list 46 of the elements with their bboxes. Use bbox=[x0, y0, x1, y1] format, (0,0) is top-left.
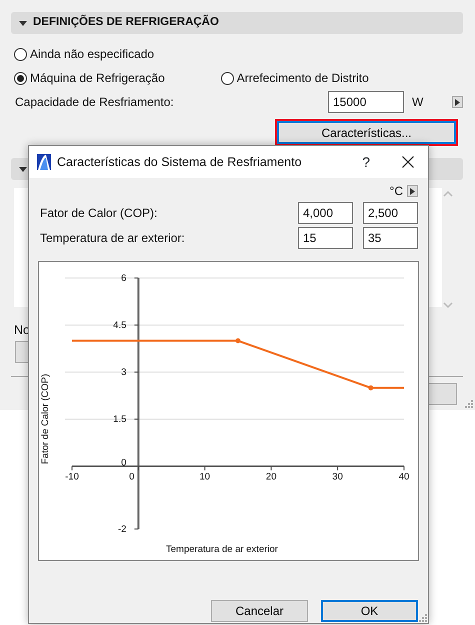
resize-grip-icon[interactable] bbox=[418, 613, 427, 622]
arrow-button[interactable] bbox=[407, 185, 418, 197]
tick-label: -2 bbox=[118, 524, 126, 535]
characteristics-button[interactable]: Características... bbox=[277, 121, 456, 144]
section-header[interactable]: DEFINIÇÕES DE REFRIGERAÇÃO bbox=[11, 12, 463, 34]
field-label: Capacidade de Resfriamento: bbox=[15, 94, 175, 111]
radio-option[interactable]: Arrefecimento de Distrito bbox=[220, 69, 369, 87]
tick-label: 30 bbox=[332, 471, 343, 482]
section-title: DEFINIÇÕES DE REFRIGERAÇÃO bbox=[33, 14, 219, 30]
axis-title: Fator de Calor (COP) bbox=[40, 374, 51, 464]
help-button[interactable]: ? bbox=[362, 155, 370, 169]
tick-label: 6 bbox=[121, 273, 126, 284]
resize-grip-icon[interactable] bbox=[464, 399, 473, 408]
tick-label: 40 bbox=[398, 471, 410, 482]
tick-label: 1.5 bbox=[113, 414, 126, 426]
cancel-button[interactable]: Cancelar bbox=[211, 600, 308, 622]
unit-label: W bbox=[412, 94, 424, 111]
value-field[interactable]: 4,000 bbox=[298, 202, 353, 224]
radio-option[interactable]: Ainda não especificado bbox=[14, 45, 154, 63]
close-icon[interactable] bbox=[402, 156, 414, 168]
radio-option[interactable]: Máquina de Refrigeração bbox=[14, 69, 165, 87]
value-field[interactable]: 35 bbox=[363, 227, 418, 249]
tick-label: 3 bbox=[121, 367, 126, 378]
value-field[interactable]: 2,500 bbox=[363, 202, 418, 224]
ok-button[interactable]: OK bbox=[321, 600, 418, 622]
caret-icon[interactable] bbox=[19, 19, 27, 27]
tick-label: 0 bbox=[121, 457, 126, 468]
capacity-field[interactable]: 15000 bbox=[328, 91, 404, 113]
data-point bbox=[236, 338, 240, 344]
caret-icon[interactable] bbox=[19, 165, 27, 173]
app-icon bbox=[37, 154, 51, 170]
caret-icon bbox=[410, 188, 415, 194]
value-field[interactable]: 15 bbox=[298, 227, 353, 249]
arrow-button[interactable] bbox=[452, 96, 463, 108]
axis-title: Temperatura de ar exterior bbox=[166, 544, 278, 555]
caret-icon bbox=[455, 98, 460, 106]
field-label: Fator de Calor (COP): bbox=[40, 205, 158, 222]
data-point bbox=[368, 385, 374, 390]
tick-label: 20 bbox=[266, 471, 276, 482]
tick-label: 10 bbox=[200, 471, 210, 482]
tick-label: 4.5 bbox=[113, 320, 126, 332]
dialog-title: Características do Sistema de Resfriamento bbox=[57, 154, 303, 171]
tick-label: 0 bbox=[129, 471, 134, 482]
field-label: Temperatura de ar exterior: bbox=[40, 230, 186, 247]
unit-label: °C bbox=[390, 183, 403, 200]
tick-label: -10 bbox=[65, 471, 79, 482]
